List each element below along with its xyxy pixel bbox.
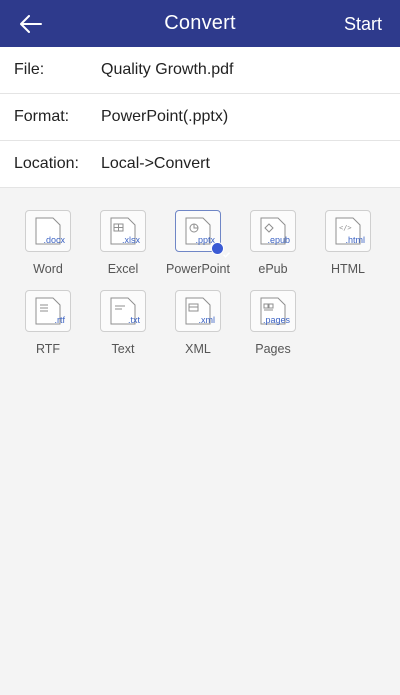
txt-file-icon: .txt: [100, 290, 146, 332]
file-value: Quality Growth.pdf: [101, 61, 234, 78]
conversion-info: File: Quality Growth.pdf Format: PowerPo…: [0, 47, 400, 188]
format-label-pages: Pages: [255, 342, 291, 356]
rtf-file-icon: .rtf: [25, 290, 71, 332]
format-label-word: Word: [33, 262, 63, 276]
file-row: File: Quality Growth.pdf: [0, 47, 400, 94]
format-label-epub: ePub: [258, 262, 288, 276]
format-tile-word[interactable]: .docx Word: [10, 210, 86, 280]
format-label-html: HTML: [330, 262, 366, 276]
location-value: Local->Convert: [101, 155, 210, 172]
format-row[interactable]: Format: PowerPoint(.pptx): [0, 94, 400, 141]
start-button[interactable]: Start: [344, 0, 382, 47]
format-label: Format:: [14, 108, 70, 125]
pages-file-icon: .pages: [250, 290, 296, 332]
format-label-xml: XML: [185, 342, 211, 356]
format-tile-html[interactable]: </> .html HTML: [310, 210, 386, 280]
format-label-excel: Excel: [107, 262, 139, 276]
format-value: PowerPoint(.pptx): [101, 108, 229, 125]
format-label-powerpoint: PowerPoint: [166, 262, 230, 276]
format-tile-excel[interactable]: .xlsx Excel: [85, 210, 161, 280]
format-tile-xml[interactable]: .xml XML: [160, 290, 236, 360]
selected-check-icon: [211, 242, 231, 258]
format-tile-pages[interactable]: .pages Pages: [235, 290, 311, 360]
docx-file-icon: .docx: [25, 210, 71, 252]
format-tile-rtf[interactable]: .rtf RTF: [10, 290, 86, 360]
format-tile-text[interactable]: .txt Text: [85, 290, 161, 360]
format-tile-epub[interactable]: .epub ePub: [235, 210, 311, 280]
html-file-icon: </> .html: [325, 210, 371, 252]
location-row[interactable]: Location: Local->Convert: [0, 141, 400, 188]
top-bar: Convert Start: [0, 0, 400, 47]
pptx-file-icon: .pptx: [175, 210, 231, 258]
location-label: Location:: [14, 155, 79, 172]
xml-file-icon: .xml: [175, 290, 221, 332]
file-label: File:: [14, 61, 45, 78]
format-tile-powerpoint[interactable]: .pptx PowerPoint: [160, 210, 236, 280]
svg-text:</>: </>: [339, 224, 352, 232]
page-title: Convert: [164, 12, 236, 34]
epub-file-icon: .epub: [250, 210, 296, 252]
format-label-text: Text: [111, 342, 135, 356]
format-label-rtf: RTF: [35, 342, 61, 356]
xlsx-file-icon: .xlsx: [100, 210, 146, 252]
